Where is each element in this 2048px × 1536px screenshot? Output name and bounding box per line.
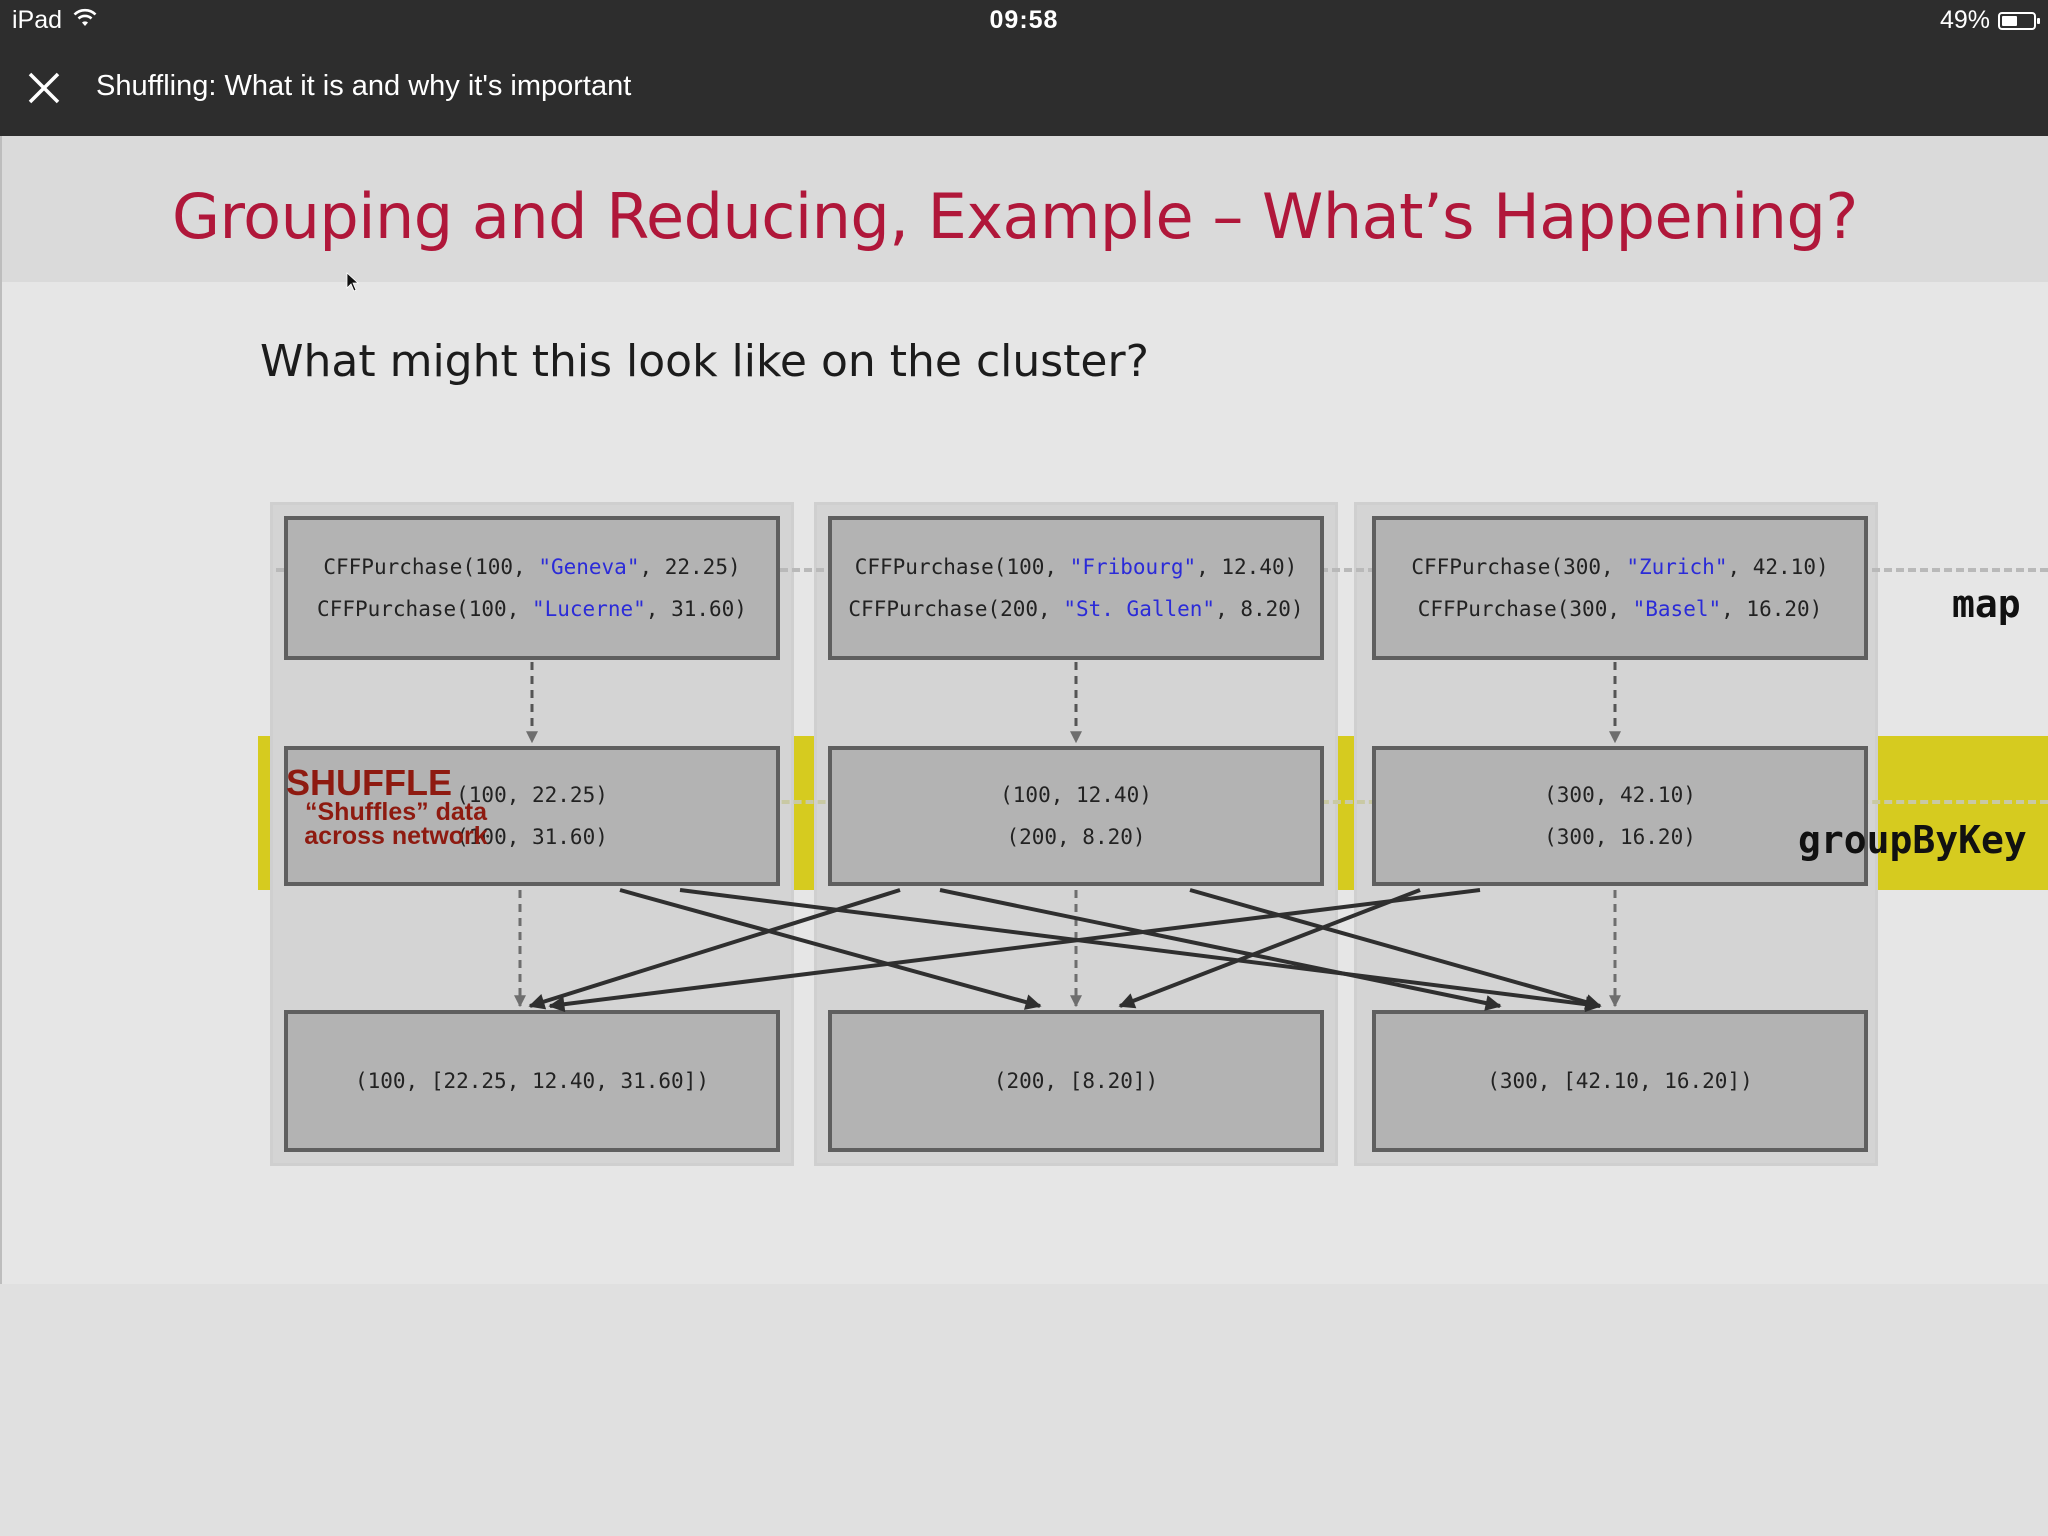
purchase-line: CFFPurchase(100, "Lucerne", 31.60) xyxy=(317,588,747,630)
shuffle-description: “Shuffles” data across network xyxy=(276,798,516,850)
purchase-amount: , 12.40) xyxy=(1196,555,1298,579)
purchase-city: "Fribourg" xyxy=(1069,555,1197,579)
grouped-line: (100, [22.25, 12.40, 31.60]) xyxy=(354,1069,709,1093)
close-button[interactable] xyxy=(22,66,66,110)
purchase-city: "Geneva" xyxy=(538,555,640,579)
shuffle-description-line: across network xyxy=(304,822,488,850)
purchase-prefix: CFFPurchase(200, xyxy=(848,597,1064,621)
purchase-line: CFFPurchase(300, "Zurich", 42.10) xyxy=(1411,546,1828,588)
purchase-prefix: CFFPurchase(300, xyxy=(1417,597,1633,621)
purchase-line: CFFPurchase(300, "Basel", 16.20) xyxy=(1418,588,1823,630)
grouped-box: (100, [22.25, 12.40, 31.60]) xyxy=(284,1010,780,1152)
video-title-bar: Shuffling: What it is and why it's impor… xyxy=(0,40,2048,136)
battery-fill xyxy=(2002,15,2017,26)
slide-subtitle: What might this look like on the cluster… xyxy=(260,336,1149,387)
battery-icon xyxy=(1998,11,2040,30)
video-title: Shuffling: What it is and why it's impor… xyxy=(96,70,632,102)
pairs-box: (100, 12.40) (200, 8.20) xyxy=(828,746,1324,886)
purchase-prefix: CFFPurchase(300, xyxy=(1411,555,1627,579)
groupbykey-operation-label: groupByKey xyxy=(1798,818,2027,862)
grouped-box: (300, [42.10, 16.20]) xyxy=(1372,1010,1868,1152)
purchase-amount: , 42.10) xyxy=(1727,555,1829,579)
map-operation-label: map xyxy=(1952,582,2021,626)
status-time: 09:58 xyxy=(989,6,1059,34)
purchase-city: "Zurich" xyxy=(1626,555,1728,579)
purchases-box: CFFPurchase(300, "Zurich", 42.10) CFFPur… xyxy=(1372,516,1868,660)
shuffle-description-line: “Shuffles” data xyxy=(305,798,487,826)
slide-title: Grouping and Reducing, Example – What’s … xyxy=(172,180,1858,253)
purchases-box: CFFPurchase(100, "Fribourg", 12.40) CFFP… xyxy=(828,516,1324,660)
purchase-line: CFFPurchase(100, "Geneva", 22.25) xyxy=(323,546,740,588)
close-icon[interactable] xyxy=(22,66,66,110)
mouse-cursor-icon xyxy=(346,272,360,292)
purchase-amount: , 22.25) xyxy=(639,555,741,579)
purchase-city: "St. Gallen" xyxy=(1063,597,1216,621)
pair-line: (300, 42.10) xyxy=(1544,783,1696,807)
pair-line: (100, 12.40) xyxy=(1000,783,1152,807)
purchase-amount: , 8.20) xyxy=(1215,597,1304,621)
purchase-prefix: CFFPurchase(100, xyxy=(323,555,539,579)
purchase-amount: , 31.60) xyxy=(645,597,747,621)
purchases-box: CFFPurchase(100, "Geneva", 22.25) CFFPur… xyxy=(284,516,780,660)
pairs-box: (300, 42.10) (300, 16.20) xyxy=(1372,746,1868,886)
grouped-line: (200, [8.20]) xyxy=(993,1069,1159,1093)
purchase-amount: , 16.20) xyxy=(1721,597,1823,621)
purchase-prefix: CFFPurchase(100, xyxy=(854,555,1070,579)
purchase-line: CFFPurchase(200, "St. Gallen", 8.20) xyxy=(848,588,1303,630)
grouped-line: (300, [42.10, 16.20]) xyxy=(1487,1069,1753,1093)
status-right: 49% xyxy=(1939,6,2040,35)
grouped-box: (200, [8.20]) xyxy=(828,1010,1324,1152)
pair-line: (300, 16.20) xyxy=(1544,825,1696,849)
purchase-prefix: CFFPurchase(100, xyxy=(317,597,532,621)
pair-line: (200, 8.20) xyxy=(1006,825,1146,849)
status-bar: iPad 09:58 49% xyxy=(0,0,2048,40)
battery-percentage: 49% xyxy=(1939,6,1990,34)
purchase-line: CFFPurchase(100, "Fribourg", 12.40) xyxy=(855,546,1298,588)
purchase-city: "Basel" xyxy=(1632,597,1722,621)
purchase-city: "Lucerne" xyxy=(531,597,646,621)
